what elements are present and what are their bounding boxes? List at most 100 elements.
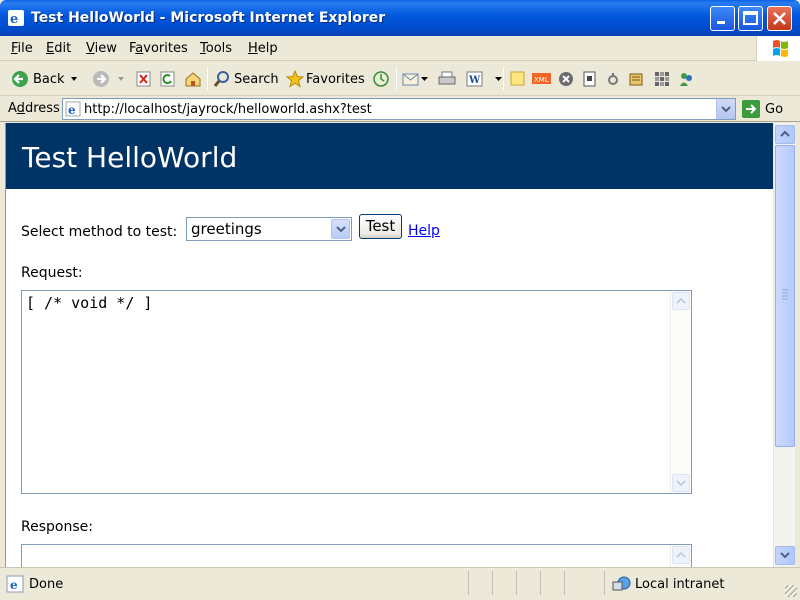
address-bar: Address e http://localhost/jayrock/hello…: [0, 96, 800, 122]
resize-grip[interactable]: [785, 585, 797, 597]
maximize-button[interactable]: [738, 6, 763, 31]
help-link[interactable]: Help: [408, 223, 440, 239]
window-title: Test HelloWorld - Microsoft Internet Exp…: [31, 10, 386, 26]
address-label-accel: d: [16, 101, 25, 116]
method-select[interactable]: greetings: [186, 217, 352, 241]
forward-dropdown[interactable]: [117, 69, 125, 89]
minimize-button[interactable]: [710, 6, 735, 31]
menu-edit-label: dit: [54, 41, 72, 56]
request-scroll-up[interactable]: [672, 292, 690, 310]
favorites-button[interactable]: Favorites: [286, 69, 365, 89]
svg-text:e: e: [10, 578, 18, 592]
toolbar-separator: [503, 68, 504, 90]
page-title: Test HelloWorld: [22, 141, 238, 174]
favorites-label: Favorites: [306, 71, 365, 87]
address-url: http://localhost/jayrock/helloworld.ashx…: [84, 102, 372, 117]
back-arrow-icon: [12, 71, 28, 87]
menu-tools[interactable]: Tools: [200, 41, 232, 56]
print-button[interactable]: [438, 69, 456, 89]
page-scroll-thumb[interactable]: [775, 145, 795, 447]
menu-help[interactable]: Help: [248, 41, 278, 56]
refresh-button[interactable]: [160, 69, 176, 89]
grid-icon: [655, 72, 669, 86]
menu-help-label: elp: [257, 41, 278, 56]
dropdown-arrow-icon: [421, 77, 428, 81]
menu-view[interactable]: View: [86, 41, 117, 56]
address-dropdown[interactable]: [716, 99, 735, 119]
back-button[interactable]: Back: [11, 69, 65, 89]
mail-button[interactable]: [402, 69, 429, 89]
zone-text: Local intranet: [635, 576, 725, 592]
svg-text:W: W: [468, 75, 481, 86]
chevron-down-icon: [780, 552, 790, 559]
research-button[interactable]: [628, 69, 646, 89]
security-zone[interactable]: Local intranet: [612, 575, 724, 593]
page-viewport: Test HelloWorld Select method to test: g…: [5, 123, 773, 567]
forward-arrow-icon: [93, 71, 109, 87]
chevron-down-icon: [336, 226, 346, 233]
xml-button[interactable]: XML: [532, 69, 552, 89]
mail-icon: [402, 73, 419, 86]
word-edit-icon: W: [466, 71, 483, 87]
maximize-icon: [743, 11, 758, 25]
menu-favorites-label: vorites: [143, 41, 188, 56]
blocker-button[interactable]: [557, 69, 575, 89]
request-scrollbar[interactable]: [670, 291, 691, 493]
address-input[interactable]: e http://localhost/jayrock/helloworld.as…: [62, 98, 736, 120]
page-scroll-down[interactable]: [775, 546, 795, 565]
menu-favorites[interactable]: Favorites: [129, 41, 188, 56]
response-scroll-up[interactable]: [672, 546, 690, 564]
page-button[interactable]: [583, 69, 597, 89]
svg-text:e: e: [10, 12, 18, 27]
menu-file[interactable]: File: [11, 41, 33, 56]
search-button[interactable]: Search: [213, 69, 279, 89]
back-label: Back: [33, 71, 65, 87]
method-select-label: Select method to test:: [21, 224, 178, 240]
page-scrollbar[interactable]: [773, 123, 795, 567]
page-icon: [583, 71, 596, 87]
back-dropdown[interactable]: [70, 69, 78, 89]
status-divider: [540, 571, 541, 595]
stop-button[interactable]: [136, 69, 152, 89]
menu-tools-label: ools: [205, 41, 233, 56]
close-button[interactable]: [767, 6, 792, 31]
chevron-up-icon: [780, 130, 790, 137]
page-done-icon: e: [6, 575, 24, 593]
go-arrow-icon: [742, 100, 760, 118]
minimize-icon: [717, 21, 725, 24]
menu-view-accel: V: [86, 41, 95, 56]
history-button[interactable]: [372, 69, 390, 89]
forward-button[interactable]: [92, 69, 110, 89]
search-icon: [213, 71, 229, 87]
test-button[interactable]: Test: [359, 214, 402, 239]
response-textarea[interactable]: [21, 544, 692, 567]
menu-edit[interactable]: Edit: [46, 41, 71, 56]
home-button[interactable]: [184, 69, 202, 89]
chevron-down-icon: [721, 106, 731, 113]
edit-button[interactable]: W: [466, 69, 503, 89]
grid-button[interactable]: [654, 69, 670, 89]
history-icon: [373, 71, 389, 87]
favorites-star-icon: [286, 70, 304, 88]
go-label: Go: [765, 101, 784, 117]
research-icon: [629, 73, 643, 86]
request-textarea[interactable]: [ /* void */ ]: [21, 290, 692, 494]
windows-logo: [756, 36, 800, 61]
go-button[interactable]: Go: [742, 100, 783, 118]
discuss-button[interactable]: [510, 69, 526, 89]
chevron-down-icon: [676, 480, 686, 487]
svg-text:e: e: [68, 103, 76, 117]
block-icon: [559, 72, 573, 86]
request-label: Request:: [21, 265, 83, 281]
status-divider: [564, 571, 565, 595]
page-scroll-up[interactable]: [775, 125, 795, 144]
method-select-dropdown[interactable]: [331, 219, 350, 239]
menu-help-accel: H: [248, 41, 258, 56]
response-scrollbar[interactable]: [670, 545, 691, 567]
request-scroll-down[interactable]: [672, 474, 690, 492]
tool-button[interactable]: [606, 69, 620, 89]
ie-icon: e: [8, 10, 24, 27]
messenger-button[interactable]: [678, 69, 694, 89]
print-icon: [438, 71, 456, 85]
menu-view-label: iew: [94, 41, 117, 56]
